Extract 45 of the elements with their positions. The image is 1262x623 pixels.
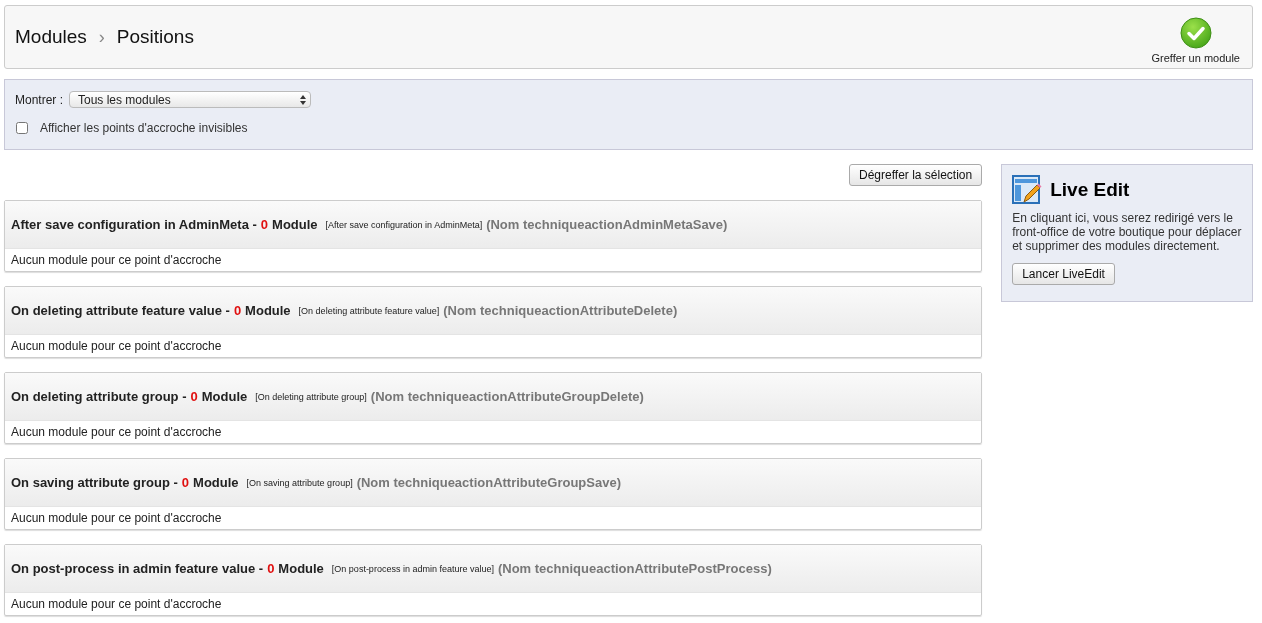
hook-technical-name: (Nom techniqueactionAdminMetaSave) xyxy=(486,217,728,232)
live-edit-description: En cliquant ici, vous serez redirigé vers le front-office de votre boutique pour déplacer et supprimer des modules directement. xyxy=(1012,211,1242,253)
module-count: 0 xyxy=(267,561,275,576)
layout-pencil-icon xyxy=(1012,175,1043,205)
checkbox-label: Afficher les points d'accroche invisibles xyxy=(40,121,248,135)
hook-name: On saving attribute group - xyxy=(11,475,178,490)
breadcrumb-link[interactable]: Modules xyxy=(15,26,87,48)
hook-name: After save configuration in AdminMeta - xyxy=(11,217,257,232)
module-count-label: Module xyxy=(193,475,239,490)
hook-name: On deleting attribute group - xyxy=(11,389,187,404)
hook-description: [On deleting attribute group] xyxy=(255,391,367,402)
empty-message: Aucun module pour ce point d'accroche xyxy=(11,597,222,611)
hook-description: [After save configuration in AdminMeta] xyxy=(325,219,483,230)
show-label: Montrer : xyxy=(15,92,63,107)
live-edit-title: Live Edit xyxy=(1050,179,1130,201)
empty-message: Aucun module pour ce point d'accroche xyxy=(11,339,222,353)
module-count: 0 xyxy=(181,475,190,490)
page-title: Positions xyxy=(116,26,194,48)
hook-description: [On deleting attribute feature value] xyxy=(298,305,440,316)
module-select[interactable]: Tous les modules xyxy=(69,91,311,108)
empty-message: Aucun module pour ce point d'accroche xyxy=(11,253,222,267)
module-count: 0 xyxy=(233,303,242,318)
transplant-module-button[interactable]: Greffer un module xyxy=(1151,10,1240,64)
module-count-label: Module xyxy=(201,389,248,404)
breadcrumb-separator: › xyxy=(98,26,105,48)
hook-description: [On post-process in admin feature value] xyxy=(331,563,494,574)
module-count: 0 xyxy=(190,389,198,404)
module-count-label: Module xyxy=(278,561,324,576)
empty-message: Aucun module pour ce point d'accroche xyxy=(11,511,222,525)
hook-name: On post-process in admin feature value - xyxy=(11,561,264,576)
checkmark-icon xyxy=(1179,16,1212,49)
module-count-label: Module xyxy=(272,217,318,232)
up-down-arrows-icon xyxy=(300,94,306,105)
checkbox[interactable] xyxy=(16,122,28,134)
module-count-label: Module xyxy=(245,303,291,318)
hook-name: On deleting attribute feature value - xyxy=(11,303,230,318)
hook-technical-name: (Nom techniqueactionAttributeGroupDelete) xyxy=(370,389,644,404)
hook-description: [On saving attribute group] xyxy=(246,477,353,488)
empty-message: Aucun module pour ce point d'accroche xyxy=(11,425,222,439)
launch-live-edit-button[interactable]: Lancer LiveEdit xyxy=(1012,263,1115,285)
unhook-selection-button[interactable]: Dégreffer la sélection xyxy=(849,164,983,186)
hook-technical-name: (Nom techniqueactionAttributeDelete) xyxy=(443,303,678,318)
hook-technical-name: (Nom techniqueactionAttributePostProcess) xyxy=(497,561,772,576)
hook-technical-name: (Nom techniqueactionAttributeGroupSave) xyxy=(356,475,621,490)
module-count: 0 xyxy=(260,217,269,232)
